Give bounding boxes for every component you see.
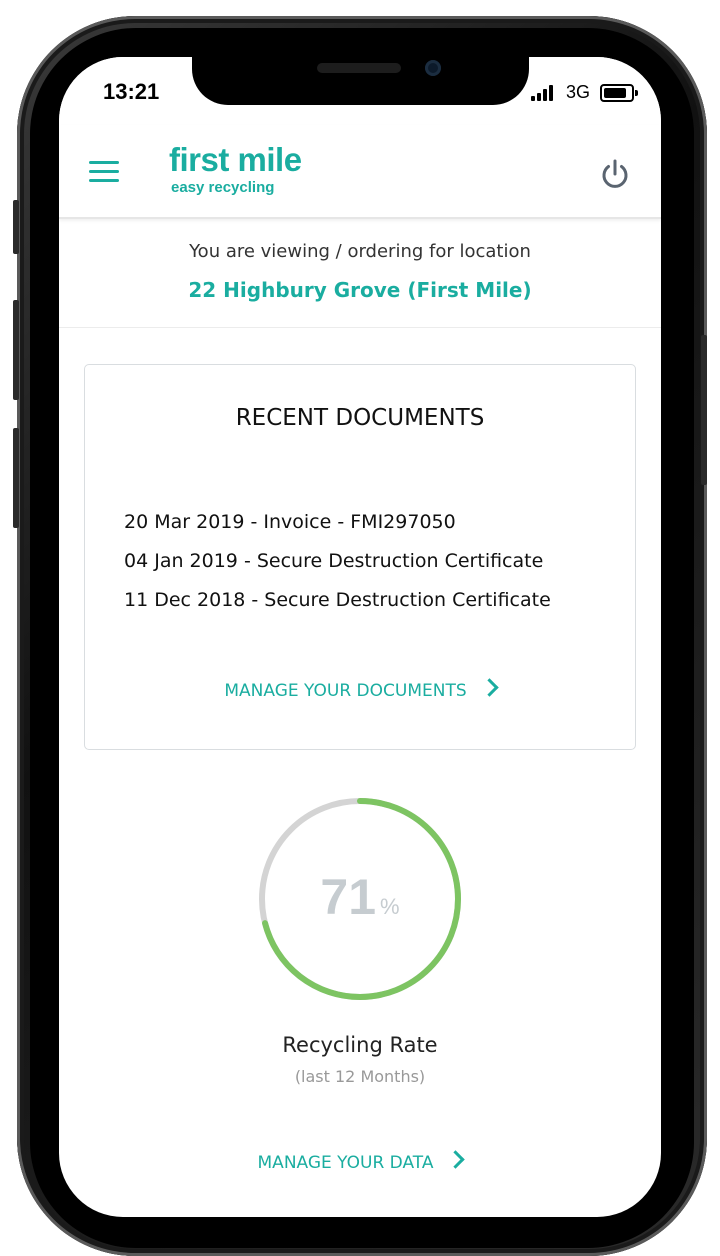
app-screen: 13:21 3G first mile easy recycling You a…: [59, 57, 661, 1217]
phone-volume-up: [13, 300, 19, 400]
location-label: You are viewing / ordering for location: [189, 241, 531, 262]
recycling-rate-label: Recycling Rate: [282, 1033, 438, 1057]
manage-documents-label: MANAGE YOUR DOCUMENTS: [224, 681, 467, 701]
battery-icon: [600, 84, 638, 102]
signal-icon: [531, 85, 555, 101]
document-item[interactable]: 20 Mar 2019 - Invoice - FMI297050: [124, 511, 551, 550]
notch: [192, 57, 529, 105]
document-list: 20 Mar 2019 - Invoice - FMI297050 04 Jan…: [124, 511, 551, 628]
logo-title: first mile: [169, 141, 302, 178]
phone-volume-down: [13, 428, 19, 528]
recycling-rate-number: 71: [320, 869, 377, 925]
document-item[interactable]: 11 Dec 2018 - Secure Destruction Certifi…: [124, 589, 551, 628]
hamburger-menu-icon[interactable]: [89, 161, 119, 183]
chevron-right-icon: [479, 678, 499, 697]
location-name[interactable]: 22 Highbury Grove (First Mile): [59, 278, 661, 302]
speaker: [317, 63, 401, 73]
status-time: 13:21: [103, 79, 160, 104]
phone-power-button: [701, 335, 707, 485]
front-camera: [425, 60, 441, 76]
recycling-rate-value: 71%: [59, 868, 661, 926]
power-icon[interactable]: [598, 158, 632, 192]
status-bar: 13:21 3G: [59, 57, 661, 125]
manage-data-label: MANAGE YOUR DATA: [257, 1153, 434, 1173]
recent-documents-title: RECENT DOCUMENTS: [235, 405, 485, 431]
logo-tagline: easy recycling: [171, 179, 275, 196]
app-header: first mile easy recycling: [59, 125, 661, 219]
recycling-rate-period: (last 12 Months): [294, 1067, 426, 1086]
phone-mute-switch: [13, 200, 19, 254]
manage-documents-link[interactable]: MANAGE YOUR DOCUMENTS: [85, 678, 635, 701]
chevron-right-icon: [446, 1150, 466, 1169]
recycling-rate-unit: %: [380, 894, 400, 919]
network-type: 3G: [566, 82, 591, 102]
document-item[interactable]: 04 Jan 2019 - Secure Destruction Certifi…: [124, 550, 551, 589]
location-selector: You are viewing / ordering for location …: [59, 219, 661, 328]
recent-documents-card: RECENT DOCUMENTS 20 Mar 2019 - Invoice -…: [84, 364, 636, 750]
manage-data-link[interactable]: MANAGE YOUR DATA: [59, 1150, 661, 1173]
